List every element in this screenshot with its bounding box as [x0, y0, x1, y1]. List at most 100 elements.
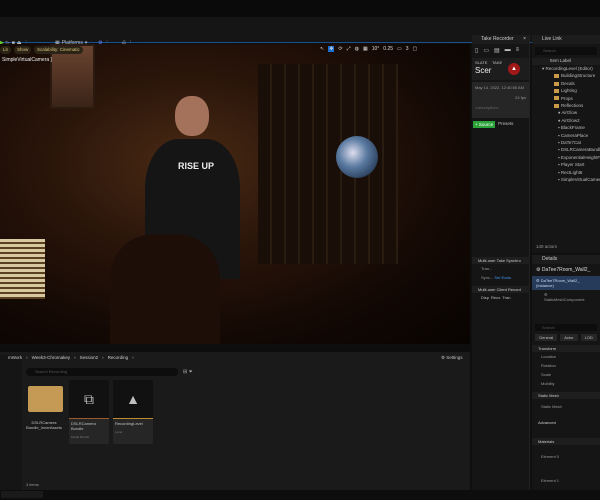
actor-name: ⚙ DaTee7Room_Wall2_: [536, 267, 591, 273]
scale-dropdown[interactable]: Scale: [532, 370, 600, 379]
library-icon[interactable]: ▤: [494, 47, 500, 55]
list-icon[interactable]: ≡: [516, 47, 520, 55]
add-source-button[interactable]: + Source: [473, 121, 496, 128]
slate-field[interactable]: Scer: [475, 66, 491, 75]
show-button[interactable]: Show: [14, 46, 32, 54]
snap-icon[interactable]: ▦: [363, 46, 368, 52]
scale-snap[interactable]: 0.25: [383, 46, 393, 52]
sync-section[interactable]: Multi-user Take Synchro: [472, 257, 530, 264]
client-button[interactable]: Disp: [481, 295, 489, 300]
level-icon: ▲: [113, 380, 153, 419]
folder-icon: [554, 81, 559, 86]
details-tab[interactable]: Details: [532, 255, 600, 264]
level-viewport[interactable]: RISE UP Lit Show Scalability: Cinematic …: [0, 44, 470, 344]
filter-icon[interactable]: ⊟ ⏷: [183, 369, 193, 375]
client-button[interactable]: Tran: [502, 295, 510, 300]
scalability-button[interactable]: Scalability: Cinematic: [34, 46, 83, 54]
person-head: [175, 96, 209, 136]
take-meta: May 14, 2022, 12:40:55 AM 24 fps <descri…: [472, 82, 529, 118]
item-label-header[interactable]: Item Label: [532, 58, 600, 65]
rotation-dropdown[interactable]: Rotation: [532, 361, 600, 370]
shirt-print: RISE UP: [178, 161, 215, 171]
console-input[interactable]: [1, 491, 43, 498]
outliner-item[interactable]: ▪ SimpleVirtualCamera: [532, 176, 600, 183]
outliner-search[interactable]: Search: [535, 47, 597, 55]
media-bundle-icon: ⧉: [69, 380, 109, 419]
tab-actor[interactable]: Actor: [560, 334, 578, 341]
world-icon[interactable]: ◍: [355, 46, 359, 52]
tree-root[interactable]: ▾ RecordingLevel (Editor): [532, 65, 600, 72]
outliner-item[interactable]: ♦ AirGlow2: [532, 117, 600, 124]
slate-area: SLATE TAKE Scer ▲: [472, 58, 529, 80]
angle-snap[interactable]: 10°: [372, 46, 380, 52]
client-button[interactable]: Reco: [491, 295, 500, 300]
camera-label: SimpleVirtualCamera ]: [2, 57, 52, 63]
outliner-item[interactable]: ▪ ExponentialHeightFog: [532, 154, 600, 161]
tab-lod[interactable]: LOD: [580, 334, 597, 341]
folder-icon: [554, 96, 559, 101]
asset-tile-folder[interactable]: DSLRCamera Bundle_InnerAssets: [24, 380, 64, 444]
take-recorder-tab[interactable]: Take Recorder ×: [472, 35, 529, 44]
actor-count: 140 actors: [536, 244, 558, 249]
status-bar: [0, 490, 600, 500]
new-icon[interactable]: ▯: [475, 47, 478, 55]
static-mesh-section[interactable]: Static Mesh: [532, 392, 600, 399]
live-link-tab[interactable]: Live Link: [532, 35, 600, 44]
move-icon[interactable]: ✥: [328, 46, 335, 52]
component-instance[interactable]: ⚙ DaTee7Room_Wall2_ (Instance): [532, 276, 600, 290]
rotate-icon[interactable]: ⟳: [338, 46, 342, 52]
outliner-item[interactable]: ▪ RectLight6: [532, 169, 600, 176]
take-recorder-toolbar: ▯ ▭ ▤ ▬ ≡: [472, 44, 529, 58]
details-panel: Details ⚙ DaTee7Room_Wall2_ ⚙ DaTee7Room…: [532, 255, 600, 490]
outliner-item[interactable]: ▪ DSLRCameraBundle: [532, 146, 600, 153]
folder-icon: [554, 89, 559, 94]
client-section[interactable]: Multi-user Client Record: [472, 286, 530, 293]
record-button[interactable]: ▲: [508, 63, 520, 75]
scale-icon[interactable]: ⤢: [347, 46, 351, 52]
earth-globe: [336, 136, 378, 178]
description-field[interactable]: <description>: [475, 105, 526, 110]
asset-search[interactable]: Search Recording: [26, 368, 178, 376]
outliner-item[interactable]: ▪ BlackFrame: [532, 124, 600, 131]
outliner-item[interactable]: Decals: [532, 80, 600, 87]
viewport-tools: ↖ ✥ ⟳ ⤢ ◍ ▦ 10° 0.25 ▭ 3 ▢: [320, 46, 417, 52]
close-icon[interactable]: ×: [523, 35, 526, 44]
outliner-item[interactable]: ♦ AirGlow: [532, 109, 600, 116]
asset-tile-level[interactable]: ▲ RecordingLevel Level: [113, 380, 153, 444]
shelves: [258, 64, 398, 264]
outliner-item[interactable]: Lighting: [532, 87, 600, 94]
camera-speed-icon[interactable]: ▭: [397, 46, 402, 52]
asset-tile-media-bundle[interactable]: ⧉ DSLRCamera Bundle Media Bundle: [69, 380, 109, 444]
folder-icon: [554, 103, 559, 108]
details-search[interactable]: Search: [535, 324, 597, 331]
sync-dropdown[interactable]: Set Exclu: [494, 275, 511, 280]
transform-section[interactable]: Transform: [532, 345, 600, 352]
folder-icon[interactable]: ▬: [505, 47, 511, 55]
breadcrumb: mWork › Week3-Chromakey › Session2 › Record…: [8, 355, 134, 360]
maximize-icon[interactable]: ▢: [413, 46, 418, 52]
outliner-item[interactable]: ▪ DaTe7Cat: [532, 139, 600, 146]
tab-general[interactable]: General: [535, 334, 558, 341]
save-icon[interactable]: ▭: [483, 47, 489, 55]
component-item[interactable]: ⚙ StaticMeshComponent: [532, 290, 600, 304]
folder-icon: [554, 74, 559, 79]
advanced-section[interactable]: Advanced: [532, 419, 600, 426]
chair: [110, 234, 220, 344]
presets-button[interactable]: Presets: [498, 121, 513, 128]
select-icon[interactable]: ↖: [320, 46, 324, 52]
camera-speed[interactable]: 3: [406, 46, 409, 52]
lit-button[interactable]: Lit: [0, 46, 11, 54]
outliner-item[interactable]: Reflections: [532, 102, 600, 109]
outliner-item[interactable]: Props: [532, 95, 600, 102]
fps-select[interactable]: 24 fps: [475, 95, 526, 100]
item-count: 3 items: [26, 482, 39, 487]
settings-button[interactable]: ⚙ Settings: [441, 355, 463, 361]
title-bar: [0, 0, 600, 17]
location-dropdown[interactable]: Location: [532, 352, 600, 361]
book-stack: [0, 239, 45, 299]
outliner-item[interactable]: ▪ CameraPlace: [532, 132, 600, 139]
outliner-item[interactable]: BuildingStructure: [532, 72, 600, 79]
folder-icon: [28, 386, 63, 412]
outliner-item[interactable]: ▪ Player Start: [532, 161, 600, 168]
materials-section[interactable]: Materials: [532, 438, 600, 445]
